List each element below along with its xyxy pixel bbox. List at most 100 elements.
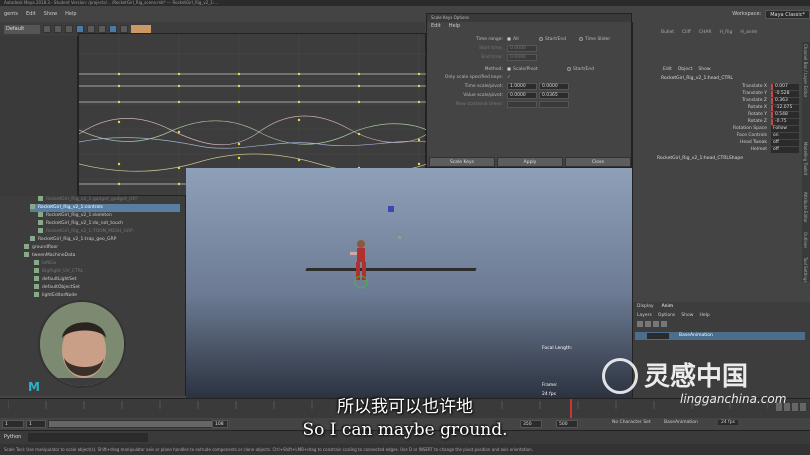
layer-menu-help[interactable]: Help <box>699 313 709 318</box>
only-scale-checkbox[interactable]: ✓ <box>507 74 511 82</box>
time-range-slider[interactable]: Time Slider <box>579 36 610 44</box>
side-tab-modelling[interactable]: Modelling Toolkit <box>803 142 808 175</box>
menuset-select[interactable]: Default <box>4 24 40 34</box>
new-layer-selected-icon[interactable] <box>661 321 667 327</box>
layer-down-icon[interactable] <box>645 321 651 327</box>
side-tab-tool-settings[interactable]: Tool Settings <box>803 257 808 282</box>
cb-menu-edit[interactable]: Edit <box>663 67 672 72</box>
shelf-tab-hanim[interactable]: H_anim <box>740 30 757 38</box>
attr-row[interactable]: Face Controls on <box>693 133 810 139</box>
shelf-tab-cliff[interactable]: Cliff <box>682 30 691 38</box>
start-time-field[interactable]: 0.0000 <box>507 45 537 52</box>
layer-menu: Layers Options Show Help <box>637 313 710 318</box>
curve-rotate-y[interactable] <box>79 120 427 145</box>
outliner-item[interactable]: BigRight_UV_CTRL <box>34 268 83 276</box>
time-scale-field[interactable]: 1.0000 <box>507 83 537 90</box>
outliner-item[interactable]: defaultObjectSet <box>34 284 80 292</box>
method-start-end[interactable]: Start/End <box>567 66 594 74</box>
group-icon <box>38 212 43 217</box>
character-head <box>357 240 365 248</box>
scale-menu-help[interactable]: Help <box>449 22 460 30</box>
outliner-item[interactable]: RocketGirl_Rig_v2_1:trap_geo_GRP <box>30 236 116 244</box>
character-model[interactable] <box>336 198 416 298</box>
radio-off-icon <box>539 36 543 41</box>
open-scene-icon[interactable] <box>54 25 62 33</box>
menu-item-help[interactable]: Help <box>65 11 76 17</box>
outliner-item[interactable]: RocketGirl_Rig_v2_1:skeleton <box>38 212 112 220</box>
outliner-item[interactable]: RocketGirl_Rig_v2_1:TOON_MESH_GRP <box>38 228 133 236</box>
scale-keys-button[interactable]: Scale Keys <box>429 157 495 167</box>
viewport-3d[interactable]: Focal Length: Frame: 24 fps <box>186 168 632 398</box>
attr-row[interactable]: Head Tweak off <box>693 140 810 146</box>
help-line: Scale Tool: Use manipulator to scale obj… <box>0 444 810 455</box>
attr-row[interactable]: Translate X 0.007 <box>693 84 810 90</box>
save-scene-icon[interactable] <box>65 25 73 33</box>
attr-row[interactable]: Translate Z 0.363 <box>693 98 810 104</box>
shelf-tabs: Bullet Cliff CHAR H_Rig H_anim <box>661 30 801 38</box>
anim-layer-row[interactable]: BaseAnimation <box>635 332 805 340</box>
outliner-item[interactable]: tweenMachineData <box>24 252 75 260</box>
layer-menu-options[interactable]: Options <box>658 313 675 318</box>
time-range-startend[interactable]: Start/End <box>539 36 566 44</box>
method-scale-pivot[interactable]: Scale/Pivot <box>507 66 538 74</box>
layer-tab-display[interactable]: Display <box>637 304 654 309</box>
group-icon <box>38 196 43 201</box>
lasso-tool-icon[interactable] <box>87 25 95 33</box>
outliner-item[interactable]: leftEar <box>34 260 57 268</box>
root-control-icon[interactable] <box>354 275 368 289</box>
attr-row[interactable]: Rotate Z -0.75 <box>693 119 810 125</box>
curve-rotate-x[interactable] <box>79 115 427 146</box>
side-tab-outliner[interactable]: Outliner <box>803 232 808 248</box>
value-pivot-field[interactable]: 0.0365 <box>539 92 569 99</box>
new-end-field[interactable] <box>539 101 569 108</box>
layer-up-icon[interactable] <box>637 321 643 327</box>
menu-item-edit[interactable]: Edit <box>26 11 36 17</box>
channel-box-node-name: RocketGirl_Rig_v2_1:head_CTRL <box>661 76 733 81</box>
workspace-select[interactable]: Maya Classic* <box>765 9 810 19</box>
time-pivot-field[interactable]: 0.0000 <box>539 83 569 90</box>
scale-menu-edit[interactable]: Edit <box>431 22 441 30</box>
head-control-icon[interactable] <box>388 206 394 212</box>
outliner-item[interactable]: groundfloor <box>24 244 58 252</box>
layer-tab-anim[interactable]: Anim <box>662 304 674 309</box>
outliner-item[interactable]: RocketGirl_Rig_v2_1:gadget_gadget_OFF <box>38 196 138 204</box>
new-layer-icon[interactable] <box>653 321 659 327</box>
shelf-tab-char[interactable]: CHAR <box>699 30 712 38</box>
close-button[interactable]: Close <box>565 157 631 167</box>
attr-row[interactable]: Rotate Y 0.548 <box>693 112 810 118</box>
attr-row[interactable]: Rotate X -12.075 <box>693 105 810 111</box>
outliner-item-selected[interactable]: RocketGirl_Rig_v2_1:controls <box>30 204 180 212</box>
outliner-item[interactable]: lightEditorNode <box>34 292 77 300</box>
attr-row[interactable]: Rotation Space Follow <box>693 126 810 132</box>
menu-item-gents[interactable]: gents <box>4 11 18 17</box>
menu-item-show[interactable]: Show <box>44 11 58 17</box>
snap-curve-icon[interactable] <box>120 25 128 33</box>
method-row: Method: Scale/Pivot Start/End <box>427 66 633 74</box>
side-tab-channel-box[interactable]: Channel Box / Layer Editor <box>803 44 808 97</box>
layer-menu-layers[interactable]: Layers <box>637 313 652 318</box>
new-scene-icon[interactable] <box>43 25 51 33</box>
outliner-item[interactable]: RocketGirl_Rig_v2_1:do_not_touch <box>38 220 123 228</box>
end-time-field[interactable]: 0.0000 <box>507 54 537 61</box>
layer-weight-field[interactable] <box>647 333 669 339</box>
locator-icon[interactable] <box>398 236 401 239</box>
shelf-tab-bullet[interactable]: Bullet <box>661 30 674 38</box>
cb-menu-object[interactable]: Object <box>678 67 693 72</box>
new-start-field[interactable] <box>507 101 537 108</box>
select-tool-icon[interactable] <box>76 25 84 33</box>
outliner-item[interactable]: defaultLightSet <box>34 276 76 284</box>
paint-select-icon[interactable] <box>98 25 106 33</box>
time-range-all[interactable]: All <box>507 36 519 44</box>
snap-grid-icon[interactable] <box>109 25 117 33</box>
render-icon[interactable] <box>131 25 151 33</box>
curve-rotate-z[interactable] <box>79 137 427 149</box>
side-tab-attribute[interactable]: Attribute Editor <box>803 192 808 223</box>
value-scale-field[interactable]: 0.0000 <box>507 92 537 99</box>
attr-row[interactable]: Translate Y -0.528 <box>693 91 810 97</box>
group-icon <box>38 228 43 233</box>
apply-button[interactable]: Apply <box>497 157 563 167</box>
attr-row[interactable]: Helmet off <box>693 147 810 153</box>
shelf-tab-hrig[interactable]: H_Rig <box>719 30 732 38</box>
cb-menu-show[interactable]: Show <box>698 67 710 72</box>
layer-menu-show[interactable]: Show <box>681 313 693 318</box>
